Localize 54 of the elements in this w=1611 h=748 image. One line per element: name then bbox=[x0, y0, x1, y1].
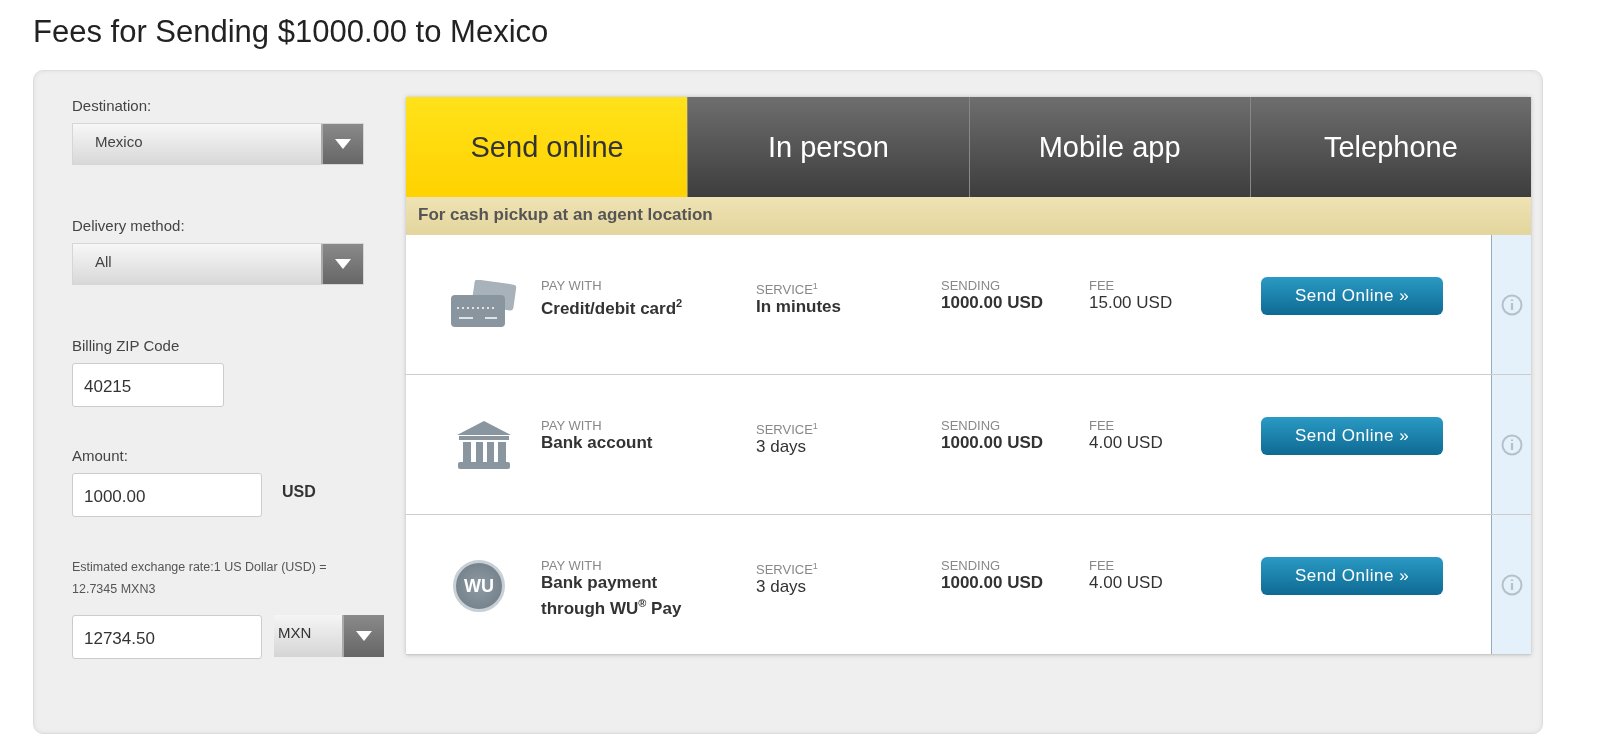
info-icon[interactable] bbox=[1500, 293, 1523, 316]
dropdown-arrow-icon bbox=[334, 138, 352, 150]
send-online-button[interactable]: Send Online » bbox=[1261, 417, 1443, 455]
fee-label: FEE bbox=[1089, 559, 1116, 573]
amount-field[interactable]: 1000.00 bbox=[72, 473, 262, 517]
info-icon[interactable] bbox=[1500, 573, 1523, 596]
delivery-method-select[interactable]: All bbox=[72, 243, 364, 285]
payment-method: Credit/debit card$^{2}$ bbox=[541, 296, 684, 319]
destination-select[interactable]: Mexico bbox=[72, 123, 364, 165]
dropdown-arrow-icon bbox=[355, 629, 373, 642]
fee-label: FEE bbox=[1089, 419, 1116, 433]
service-label: SERVICE$^{1}$ bbox=[756, 280, 819, 298]
sending-label: SENDING bbox=[941, 419, 1002, 433]
method-tab[interactable]: In person bbox=[687, 97, 969, 197]
method-tab[interactable]: Telephone bbox=[1249, 97, 1531, 197]
field-label: Amount: bbox=[72, 447, 129, 464]
sending-label: SENDING bbox=[941, 279, 1002, 293]
dropdown-arrow-icon bbox=[334, 258, 352, 270]
bank-icon bbox=[455, 420, 513, 470]
converted-amount-field[interactable]: 12734.50 bbox=[72, 614, 262, 659]
field-label: Destination: bbox=[72, 97, 153, 114]
sending-amount: 1000.00 USD bbox=[941, 433, 1045, 453]
service-label: SERVICE$^{1}$ bbox=[756, 560, 819, 578]
exchange-rate-note: Estimated exchange rate:1 US Dollar (USD) = 12.7345 MXN3 bbox=[72, 559, 328, 598]
payment-method: Bank account bbox=[541, 433, 654, 453]
page-title: Fees for Sending $1000.00 to Mexico bbox=[33, 14, 550, 50]
service-label: SERVICE$^{1}$ bbox=[756, 420, 819, 438]
method-tab[interactable]: Mobile app bbox=[968, 97, 1250, 197]
currency-label: USD bbox=[282, 483, 316, 501]
sending-label: SENDING bbox=[941, 559, 1002, 573]
zip-code-field[interactable]: 40215 bbox=[72, 363, 224, 407]
pickup-banner: For cash pickup at an agent location bbox=[406, 197, 1531, 235]
service-time: 3 days bbox=[756, 437, 808, 458]
pay-with-label: PAY WITH bbox=[541, 419, 603, 433]
send-online-button[interactable]: Send Online » bbox=[1261, 277, 1443, 315]
payment-method: Bank payment through WU$^{®}$ Pay bbox=[541, 573, 683, 619]
pay-with-label: PAY WITH bbox=[541, 279, 603, 293]
fee-label: FEE bbox=[1089, 279, 1116, 293]
info-icon[interactable] bbox=[1500, 433, 1523, 456]
field-label: Billing ZIP Code bbox=[72, 337, 181, 354]
currency-select[interactable]: MXN bbox=[274, 614, 384, 657]
sending-amount: 1000.00 USD bbox=[941, 293, 1045, 313]
send-online-button[interactable]: Send Online » bbox=[1261, 557, 1443, 595]
sending-amount: 1000.00 USD bbox=[941, 573, 1045, 593]
credit-card-icon bbox=[449, 280, 517, 328]
field-label: Delivery method: bbox=[72, 217, 186, 234]
pay-with-label: PAY WITH bbox=[541, 559, 603, 573]
fee-amount: 15.00 USD bbox=[1089, 293, 1174, 313]
method-tab[interactable]: Send online bbox=[406, 97, 688, 197]
service-time: 3 days bbox=[756, 577, 808, 598]
fee-amount: 4.00 USD bbox=[1089, 433, 1164, 453]
service-time: In minutes bbox=[756, 297, 842, 318]
fee-amount: 4.00 USD bbox=[1089, 573, 1164, 593]
wu-logo: WU bbox=[453, 560, 505, 612]
